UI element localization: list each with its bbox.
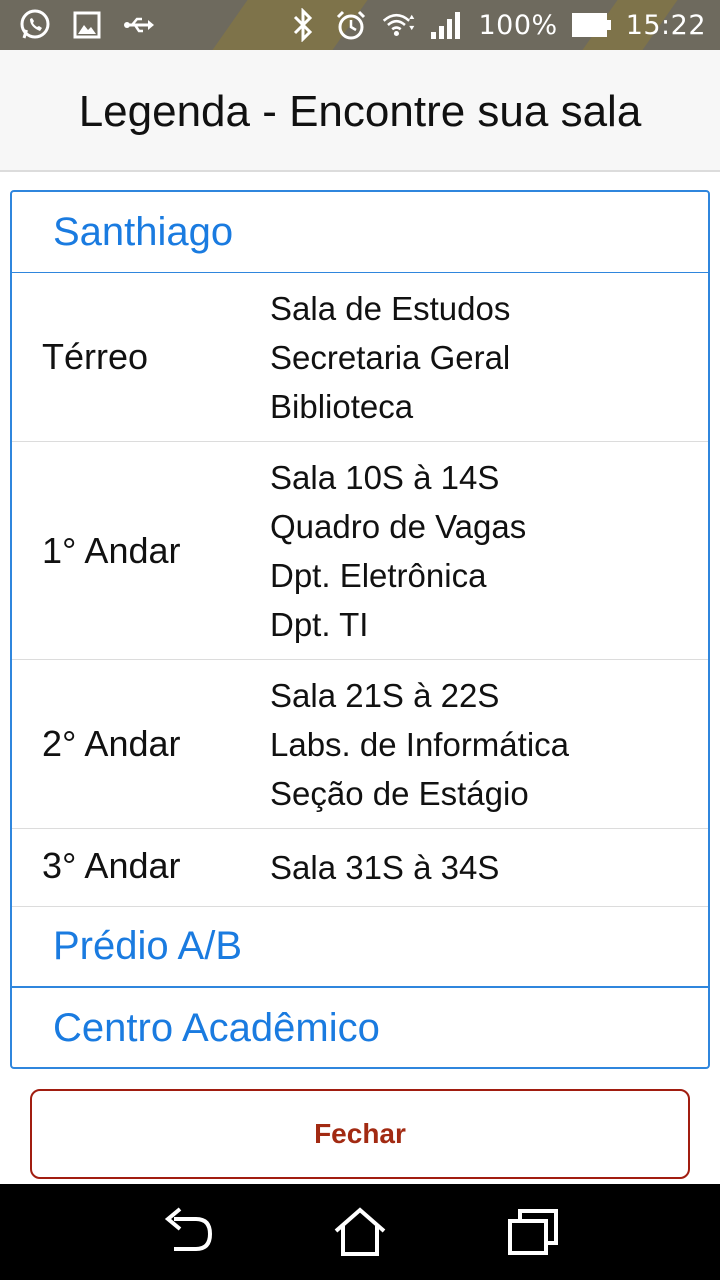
usb-icon [122,8,156,42]
accordion-header-label: Centro Acadêmico [53,1006,380,1050]
floor-row: 1° Andar Sala 10S à 14S Quadro de Vagas … [12,442,708,660]
room-item: Secretaria Geral [270,338,511,376]
signal-icon [430,8,464,42]
home-icon[interactable] [330,1202,390,1262]
accordion-header-label: Santhiago [53,209,234,254]
status-bar-right: 100% 15:22 [286,8,706,42]
image-icon [70,8,104,42]
floor-rooms: Sala 10S à 14S Quadro de Vagas Dpt. Elet… [270,453,708,649]
bluetooth-icon [286,8,320,42]
recent-apps-icon[interactable] [503,1202,563,1262]
room-item: Dpt. Eletrônica [270,556,487,594]
dialog-header: Legenda - Encontre sua sala [0,50,720,172]
battery-icon [571,8,612,42]
floor-name: 3° Andar [42,845,181,886]
accordion-header-centro-academico[interactable]: Centro Acadêmico [12,988,708,1067]
floor-row: 3° Andar Sala 31S à 34S [12,829,708,907]
accordion-header-label: Prédio A/B [53,924,243,968]
status-bar-left [18,8,156,42]
floor-row: Térreo Sala de Estudos Secretaria Geral … [12,273,708,442]
accordion-body-santhiago: Térreo Sala de Estudos Secretaria Geral … [12,273,708,907]
status-bar: 100% 15:22 [0,0,720,50]
room-item: Sala 31S à 34S [270,849,500,886]
room-item: Labs. de Informática [270,725,569,763]
room-item: Sala 21S à 22S [270,676,500,714]
navigation-bar [0,1184,720,1280]
close-button[interactable]: Fechar [30,1089,690,1179]
floor-name: 1° Andar [42,529,181,571]
floor-rooms: Sala de Estudos Secretaria Geral Bibliot… [270,284,708,431]
page-title: Legenda - Encontre sua sala [78,87,642,136]
floor-rooms: Sala 31S à 34S [270,829,708,892]
room-item: Sala 10S à 14S [270,458,500,496]
back-icon[interactable] [157,1202,217,1262]
clock: 15:22 [625,9,706,41]
whatsapp-icon [18,8,52,42]
battery-percent: 100% [478,9,558,41]
floor-name: 2° Andar [42,723,181,764]
room-item: Dpt. TI [270,605,369,643]
accordion-header-santhiago[interactable]: Santhiago [12,192,708,273]
floor-rooms: Sala 21S à 22S Labs. de Informática Seçã… [270,671,708,818]
building-accordion: Santhiago Térreo Sala de Estudos Secreta… [10,190,710,1069]
floor-name: Térreo [42,336,149,377]
alarm-icon [334,8,368,42]
room-item: Seção de Estágio [270,774,529,812]
room-item: Sala de Estudos [270,289,511,327]
room-item: Quadro de Vagas [270,507,527,545]
room-item: Biblioteca [270,387,414,425]
floor-row: 2° Andar Sala 21S à 22S Labs. de Informá… [12,660,708,829]
accordion-header-predio-ab[interactable]: Prédio A/B [12,907,708,988]
wifi-icon [382,8,416,42]
